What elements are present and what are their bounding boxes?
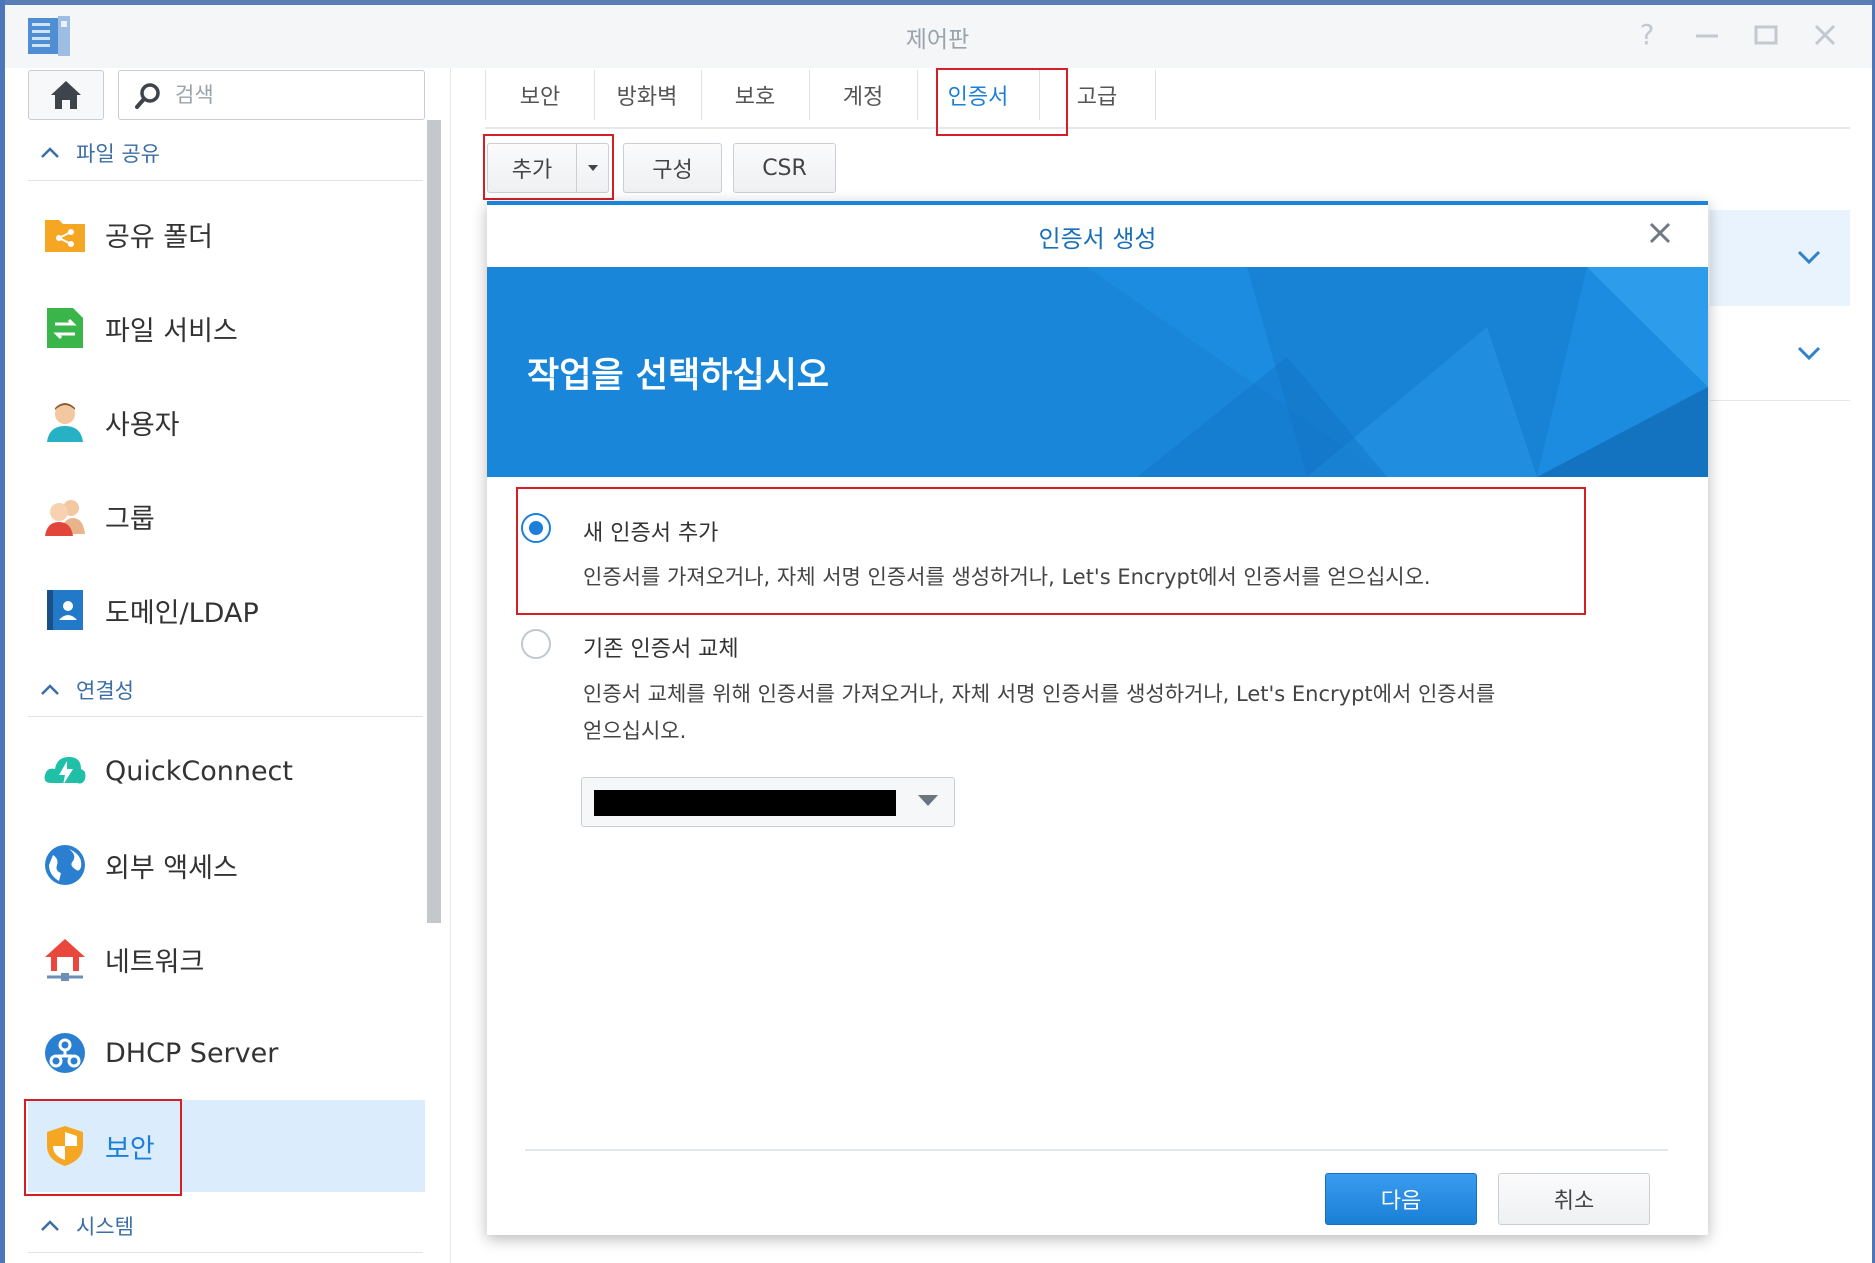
tab-security[interactable]: 보안: [485, 70, 595, 120]
highlight-box-add-new-option: [516, 487, 1586, 615]
window-title: 제어판: [905, 27, 970, 53]
sidebar-item-label: 외부 액세스: [105, 852, 238, 884]
dialog-footer-divider: [525, 1149, 1668, 1151]
certificate-list-row[interactable]: [1710, 310, 1850, 401]
divider: [28, 716, 423, 717]
option-label-replace-existing: 기존 인증서 교체: [583, 637, 739, 662]
dropdown-arrow-icon: [918, 795, 938, 806]
sidebar-item-user[interactable]: 사용자: [28, 377, 425, 467]
section-label: 연결성: [76, 679, 134, 703]
sidebar-item-group[interactable]: 그룹: [28, 471, 425, 561]
radio-replace-existing-certificate[interactable]: [521, 629, 551, 659]
sidebar-item-shared-folder[interactable]: 공유 폴더: [28, 189, 425, 279]
configure-button[interactable]: 구성: [623, 143, 722, 193]
sidebar-item-label: 파일 서비스: [105, 315, 238, 347]
chevron-down-icon[interactable]: [1794, 338, 1824, 368]
sidebar-item-domain-ldap[interactable]: 도메인/LDAP: [28, 565, 425, 655]
sidebar-item-external-access[interactable]: 외부 액세스: [28, 820, 425, 910]
chevron-up-icon: [40, 1216, 60, 1237]
search-box[interactable]: [118, 70, 425, 120]
tab-account[interactable]: 계정: [809, 70, 918, 120]
domain-ldap-icon: [47, 590, 83, 630]
network-icon: [45, 939, 85, 981]
quickconnect-icon: [44, 757, 86, 785]
section-header-connectivity[interactable]: 연결성: [40, 670, 420, 710]
dialog-heading: 작업을 선택하십시오: [527, 356, 829, 396]
sidebar-item-file-services[interactable]: 파일 서비스: [28, 283, 425, 373]
sidebar-item-label: 네트워크: [105, 946, 205, 978]
close-icon[interactable]: [1808, 18, 1842, 52]
highlight-box-certificate-tab: [936, 68, 1068, 136]
file-services-icon: [47, 308, 83, 348]
highlight-box-security: [24, 1099, 182, 1196]
minimize-icon[interactable]: [1690, 18, 1724, 52]
dhcp-server-icon: [45, 1033, 85, 1073]
dialog-banner: 작업을 선택하십시오: [487, 267, 1708, 477]
chevron-down-icon[interactable]: [1794, 242, 1824, 272]
chevron-up-icon: [40, 143, 60, 164]
certificate-list-row[interactable]: [1710, 210, 1850, 306]
section-header-file-sharing[interactable]: 파일 공유: [40, 133, 420, 173]
search-icon: [135, 83, 160, 109]
section-label: 시스템: [76, 1215, 134, 1239]
highlight-box-add-button: [483, 134, 614, 200]
existing-certificate-select[interactable]: [581, 777, 955, 827]
help-icon[interactable]: ?: [1630, 18, 1664, 52]
cancel-button[interactable]: 취소: [1498, 1173, 1650, 1225]
sidebar-item-quickconnect[interactable]: QuickConnect: [28, 726, 425, 816]
divider: [28, 180, 423, 181]
user-icon: [47, 403, 83, 442]
sidebar-item-label: 그룹: [105, 503, 155, 535]
option-description-replace-line2: 얻으십시오.: [583, 719, 687, 743]
section-header-system[interactable]: 시스템: [40, 1206, 420, 1246]
csr-button[interactable]: CSR: [733, 143, 836, 193]
dialog-title: 인증서 생성: [1038, 225, 1157, 253]
close-icon[interactable]: [1642, 215, 1678, 251]
external-access-icon: [45, 845, 85, 885]
chevron-up-icon: [40, 680, 60, 701]
home-button[interactable]: [28, 70, 104, 120]
tab-protection[interactable]: 보호: [701, 70, 810, 120]
tab-firewall[interactable]: 방화벽: [593, 70, 702, 120]
divider: [28, 1252, 423, 1253]
tab-bar: 보안 방화벽 보호 계정 인증서 고급: [485, 70, 1850, 129]
sidebar-item-dhcp-server[interactable]: DHCP Server: [28, 1008, 425, 1098]
section-label: 파일 공유: [76, 142, 160, 166]
sidebar-item-label: DHCP Server: [105, 1037, 279, 1069]
shared-folder-icon: [45, 220, 85, 252]
sidebar-item-label: 도메인/LDAP: [105, 597, 259, 629]
search-input[interactable]: [173, 71, 417, 119]
maximize-icon[interactable]: [1749, 18, 1783, 52]
redacted-certificate-value: [594, 790, 896, 816]
home-icon: [51, 81, 81, 109]
option-description-replace-line1: 인증서 교체를 위해 인증서를 가져오거나, 자체 서명 인증서를 생성하거나,…: [583, 682, 1496, 706]
sidebar-scrollbar[interactable]: [427, 120, 441, 923]
sidebar-item-label: 공유 폴더: [105, 221, 213, 253]
create-certificate-dialog: 인증서 생성 작업을 선택하십시오 새 인증서 추가 인증서를 가져오거나, 자…: [487, 201, 1708, 1235]
group-icon: [45, 500, 85, 536]
sidebar-item-network[interactable]: 네트워크: [28, 914, 425, 1004]
sidebar-item-label: 사용자: [105, 409, 180, 441]
sidebar-item-label: QuickConnect: [105, 755, 293, 787]
next-button[interactable]: 다음: [1325, 1173, 1477, 1225]
